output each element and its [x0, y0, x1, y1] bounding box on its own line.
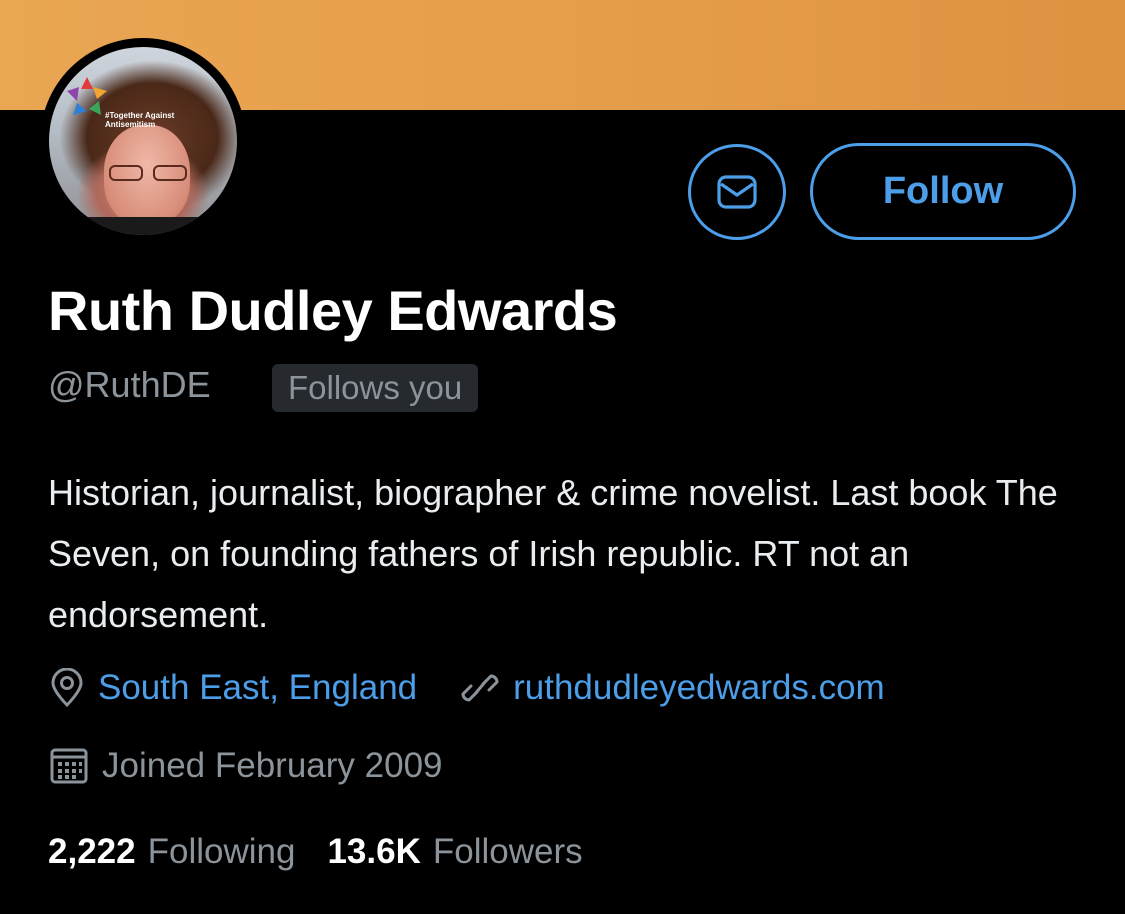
avatar-photo: #Together Against Antisemitism: [49, 47, 237, 235]
envelope-icon: [717, 175, 757, 209]
followers-count: 13.6K: [327, 832, 421, 871]
joined-date: Joined February 2009: [102, 746, 443, 785]
location: South East, England: [48, 668, 417, 708]
profile-joined-row: Joined February 2009: [48, 746, 485, 786]
website-link[interactable]: ruthdudleyedwards.com: [513, 668, 885, 708]
location-pin-icon: [51, 668, 83, 708]
profile-page: #Together Against Antisemitism Follow Ru…: [0, 0, 1125, 914]
following-stat[interactable]: 2,222 Following: [48, 832, 295, 872]
profile-name: Ruth Dudley Edwards: [48, 279, 618, 342]
followers-label: Followers: [432, 832, 583, 871]
following-label: Following: [147, 832, 296, 871]
joined: Joined February 2009: [48, 746, 443, 786]
location-text[interactable]: South East, England: [98, 668, 417, 708]
profile-stats: 2,222 Following 13.6K Followers: [48, 832, 615, 872]
calendar-icon: [50, 748, 88, 784]
campaign-logo-icon: [67, 77, 107, 115]
followers-stat[interactable]: 13.6K Followers: [327, 832, 582, 872]
follow-button[interactable]: Follow: [810, 143, 1076, 240]
profile-bio: Historian, journalist, biographer & crim…: [48, 472, 1058, 635]
link-icon: [461, 674, 499, 702]
following-count: 2,222: [48, 832, 136, 871]
avatar-glasses: [109, 165, 187, 183]
follows-you-badge: Follows you: [272, 364, 479, 412]
profile-meta-row: South East, England ruthdudleyedwards.co…: [48, 668, 927, 708]
profile-handle: @RuthDE: [48, 364, 211, 405]
website: ruthdudleyedwards.com: [459, 668, 885, 708]
avatar-shirt: [59, 217, 227, 235]
avatar-caption: #Together Against Antisemitism: [105, 111, 175, 129]
message-button[interactable]: [688, 144, 786, 240]
avatar[interactable]: #Together Against Antisemitism: [40, 38, 246, 244]
